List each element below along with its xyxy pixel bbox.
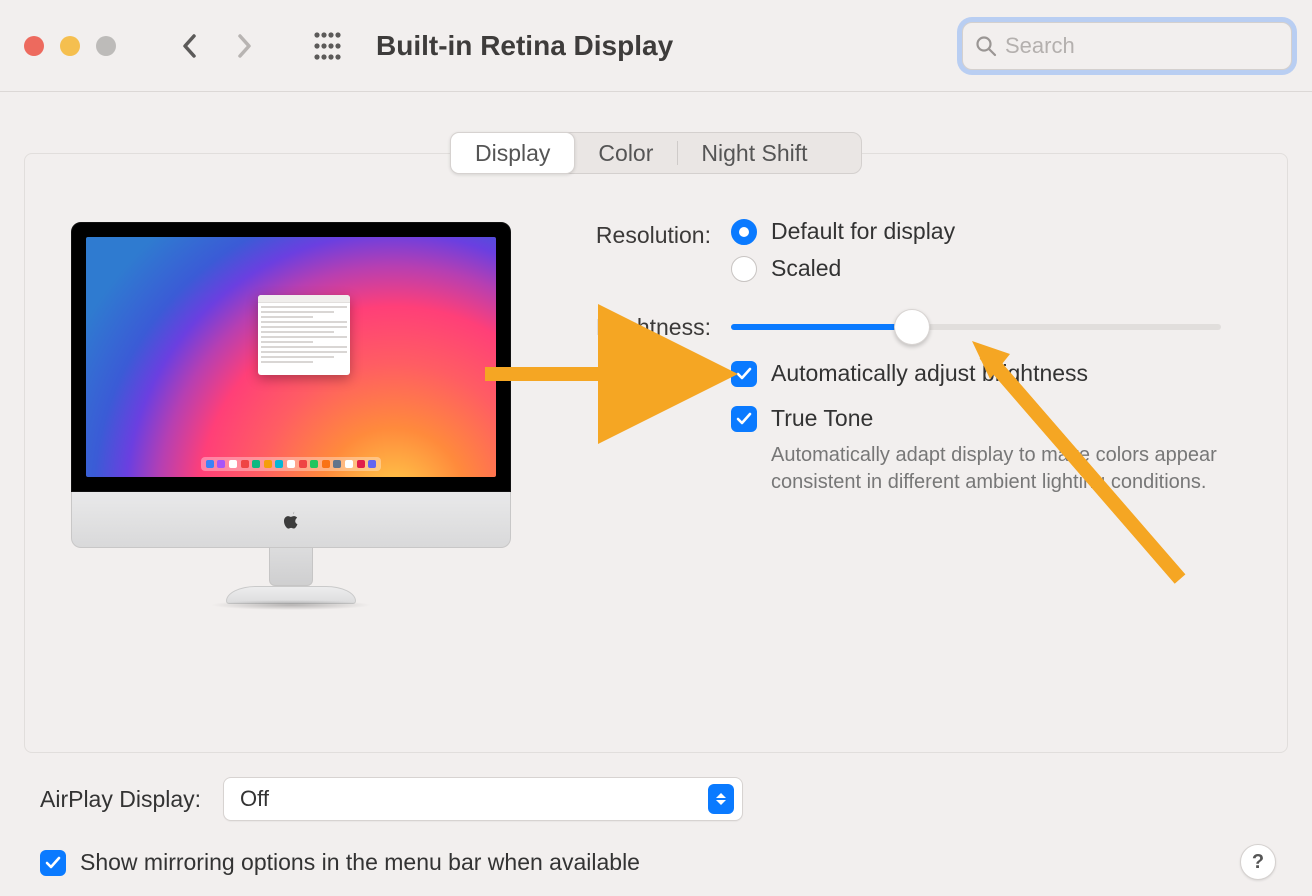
resolution-default-label: Default for display (771, 218, 955, 245)
resolution-label: Resolution: (571, 218, 731, 249)
radio-checked-icon (731, 219, 757, 245)
resolution-default-option[interactable]: Default for display (731, 218, 1241, 245)
true-tone-checkbox-row[interactable]: True Tone (731, 405, 1241, 432)
fullscreen-window-button[interactable] (96, 36, 116, 56)
bottom-controls: AirPlay Display: Off Show mirroring opti… (0, 753, 1312, 886)
settings-column: Resolution: Default for display Scaled B… (571, 214, 1241, 712)
tab-color[interactable]: Color (574, 133, 677, 173)
resolution-scaled-label: Scaled (771, 255, 841, 282)
select-stepper-icon (708, 784, 734, 814)
airplay-label: AirPlay Display: (40, 786, 201, 813)
checkbox-checked-icon (40, 850, 66, 876)
window-controls (24, 36, 116, 56)
brightness-label: Brightness: (571, 310, 731, 341)
tab-display[interactable]: Display (450, 132, 575, 174)
help-button[interactable]: ? (1240, 844, 1276, 880)
window-toolbar: Built-in Retina Display (0, 0, 1312, 92)
auto-brightness-checkbox-row[interactable]: Automatically adjust brightness (731, 360, 1241, 387)
airplay-value: Off (240, 786, 269, 812)
apple-logo-icon (71, 492, 511, 548)
auto-brightness-label: Automatically adjust brightness (771, 360, 1088, 387)
forward-button[interactable] (224, 26, 264, 66)
checkbox-checked-icon (731, 406, 757, 432)
brightness-slider-thumb[interactable] (894, 309, 930, 345)
mirroring-label: Show mirroring options in the menu bar w… (80, 849, 640, 876)
resolution-scaled-option[interactable]: Scaled (731, 255, 1241, 282)
tab-color-label: Color (598, 140, 653, 167)
brightness-slider[interactable] (731, 324, 1221, 330)
search-input[interactable] (1005, 33, 1279, 59)
tab-display-label: Display (475, 140, 550, 167)
true-tone-label: True Tone (771, 405, 873, 432)
airplay-select[interactable]: Off (223, 777, 743, 821)
search-field-container[interactable] (962, 22, 1292, 70)
back-button[interactable] (170, 26, 210, 66)
page-title: Built-in Retina Display (376, 30, 948, 62)
tab-bar: Display Color Night Shift (450, 132, 862, 174)
search-icon (975, 35, 997, 57)
tab-night-shift-label: Night Shift (701, 140, 807, 167)
help-icon: ? (1252, 851, 1264, 874)
imac-illustration (71, 222, 511, 604)
show-all-prefs-button[interactable] (308, 26, 348, 66)
checkbox-checked-icon (731, 361, 757, 387)
radio-unchecked-icon (731, 256, 757, 282)
tab-night-shift[interactable]: Night Shift (677, 133, 831, 173)
close-window-button[interactable] (24, 36, 44, 56)
minimize-window-button[interactable] (60, 36, 80, 56)
mirroring-checkbox-row[interactable]: Show mirroring options in the menu bar w… (40, 849, 1276, 876)
true-tone-help-text: Automatically adapt display to make colo… (771, 442, 1231, 496)
display-preview (71, 214, 511, 712)
settings-panel: Resolution: Default for display Scaled B… (24, 153, 1288, 753)
